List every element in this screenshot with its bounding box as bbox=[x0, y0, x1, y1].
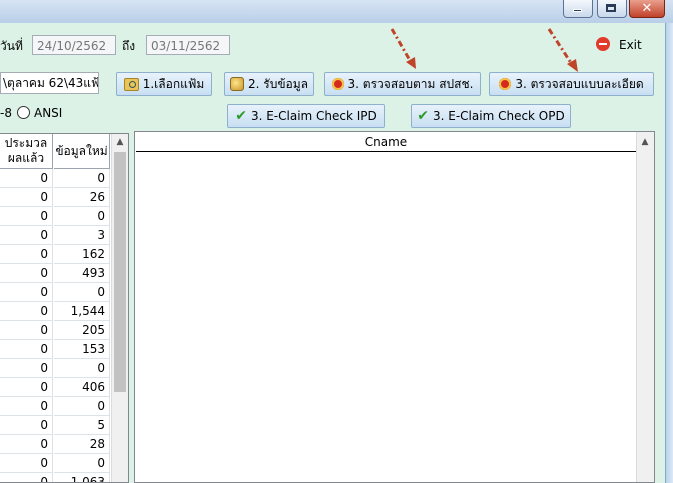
arrow-annotation-1 bbox=[390, 28, 416, 69]
exit-label: Exit bbox=[619, 38, 642, 52]
arrow-annotation-2 bbox=[547, 28, 578, 72]
table-cell[interactable]: 0 bbox=[0, 397, 53, 416]
receive-data-button[interactable]: 2. รับข้อมูล bbox=[224, 72, 314, 96]
table-cell[interactable]: 0 bbox=[0, 416, 53, 435]
receive-data-label: 2. รับข้อมูล bbox=[248, 76, 308, 91]
date-label: วันที่ bbox=[0, 39, 23, 53]
cname-grid[interactable]: Cname ▲ bbox=[134, 131, 655, 483]
table-cell[interactable]: 0 bbox=[0, 188, 53, 207]
checkmark-icon: ✔ bbox=[417, 108, 429, 124]
column-header-cname[interactable]: Cname bbox=[136, 133, 636, 152]
file-summary-grid[interactable]: ประมวล ผลแล้ว ข้อมูลใหม่ 0 0 0 26 0 0 0 3 0 162 0 4… bbox=[0, 133, 129, 483]
table-cell[interactable]: 0 bbox=[54, 397, 110, 416]
title-bar: ✕ bbox=[0, 0, 673, 23]
table-cell[interactable]: 0 bbox=[0, 454, 53, 473]
check-nhso-button[interactable]: 3. ตรวจสอบตาม สปสช. bbox=[324, 72, 481, 96]
table-cell[interactable]: 26 bbox=[54, 188, 110, 207]
folder-search-icon bbox=[123, 77, 139, 91]
table-cell[interactable]: 406 bbox=[54, 378, 110, 397]
table-cell[interactable]: 0 bbox=[0, 378, 53, 397]
database-icon bbox=[230, 77, 244, 91]
eclaim-opd-label: 3. E-Claim Check OPD bbox=[433, 109, 565, 123]
table-cell[interactable]: 0 bbox=[0, 302, 53, 321]
select-file-label: 1.เลือกแฟ้ม bbox=[142, 76, 205, 91]
check-nhso-label: 3. ตรวจสอบตาม สปสช. bbox=[347, 76, 474, 91]
to-label: ถึง bbox=[122, 39, 136, 53]
close-button[interactable]: ✕ bbox=[629, 0, 665, 18]
table-cell[interactable]: 0 bbox=[0, 321, 53, 340]
table-cell[interactable]: 1,544 bbox=[54, 302, 110, 321]
ansi-label: ANSI bbox=[34, 106, 63, 120]
target-icon bbox=[331, 78, 344, 90]
eclaim-ipd-label: 3. E-Claim Check IPD bbox=[250, 109, 377, 123]
exit-button[interactable]: Exit bbox=[592, 33, 644, 55]
table-cell[interactable]: 0 bbox=[0, 283, 53, 302]
table-cell[interactable]: 28 bbox=[54, 435, 110, 454]
table-cell[interactable]: 5 bbox=[54, 416, 110, 435]
maximize-button[interactable] bbox=[597, 0, 627, 18]
select-file-button[interactable]: 1.เลือกแฟ้ม bbox=[116, 72, 212, 96]
window-border bbox=[665, 23, 673, 483]
column-header-new-data[interactable]: ข้อมูลใหม่ bbox=[54, 134, 110, 169]
exit-icon bbox=[596, 37, 610, 51]
vertical-scrollbar[interactable]: ▲ bbox=[111, 134, 128, 482]
table-cell[interactable]: 0 bbox=[0, 245, 53, 264]
table-cell[interactable]: 0 bbox=[0, 435, 53, 454]
column-header-processed[interactable]: ประมวล ผลแล้ว bbox=[0, 134, 53, 169]
table-cell[interactable]: 0 bbox=[54, 207, 110, 226]
table-cell[interactable]: 0 bbox=[54, 283, 110, 302]
maximize-icon bbox=[606, 4, 616, 12]
minimize-icon bbox=[573, 9, 582, 12]
table-cell[interactable]: 0 bbox=[0, 359, 53, 378]
checkmark-icon: ✔ bbox=[235, 108, 247, 124]
radio-circle-icon bbox=[17, 106, 30, 119]
table-cell[interactable]: 0 bbox=[0, 473, 53, 482]
ansi-radio[interactable]: ANSI bbox=[17, 106, 62, 120]
table-cell[interactable]: 1,063 bbox=[54, 473, 110, 482]
table-cell[interactable]: 162 bbox=[54, 245, 110, 264]
table-cell[interactable]: 205 bbox=[54, 321, 110, 340]
check-detail-label: 3. ตรวจสอบแบบละเอียด bbox=[515, 76, 644, 91]
date-to-field[interactable]: 03/11/2562 bbox=[146, 35, 230, 55]
eclaim-ipd-button[interactable]: ✔ 3. E-Claim Check IPD bbox=[227, 104, 385, 128]
target-icon bbox=[499, 78, 512, 90]
table-cell[interactable]: 0 bbox=[54, 359, 110, 378]
table-cell[interactable]: 0 bbox=[0, 340, 53, 359]
table-cell[interactable]: 0 bbox=[54, 454, 110, 473]
table-cell[interactable]: 0 bbox=[0, 264, 53, 283]
table-cell[interactable]: 153 bbox=[54, 340, 110, 359]
eclaim-opd-button[interactable]: ✔ 3. E-Claim Check OPD bbox=[411, 104, 571, 128]
close-icon: ✕ bbox=[641, 1, 653, 16]
table-cell[interactable]: 0 bbox=[0, 169, 53, 188]
minimize-button[interactable] bbox=[563, 0, 593, 18]
date-from-field[interactable]: 24/10/2562 bbox=[32, 35, 116, 55]
table-cell[interactable]: 3 bbox=[54, 226, 110, 245]
table-cell[interactable]: 0 bbox=[0, 207, 53, 226]
utf8-radio-label: -8 bbox=[0, 106, 12, 120]
table-cell[interactable]: 493 bbox=[54, 264, 110, 283]
scroll-up-icon[interactable]: ▲ bbox=[112, 134, 128, 150]
table-cell[interactable]: 0 bbox=[54, 169, 110, 188]
scroll-up-icon[interactable]: ▲ bbox=[637, 134, 653, 150]
check-detail-button[interactable]: 3. ตรวจสอบแบบละเอียด bbox=[489, 72, 654, 96]
table-cell[interactable]: 0 bbox=[0, 226, 53, 245]
path-field[interactable]: \ตุลาคม 62\43แฟ้ม bbox=[0, 72, 99, 94]
vertical-scrollbar[interactable]: ▲ bbox=[636, 132, 654, 482]
scroll-thumb[interactable] bbox=[114, 152, 126, 392]
